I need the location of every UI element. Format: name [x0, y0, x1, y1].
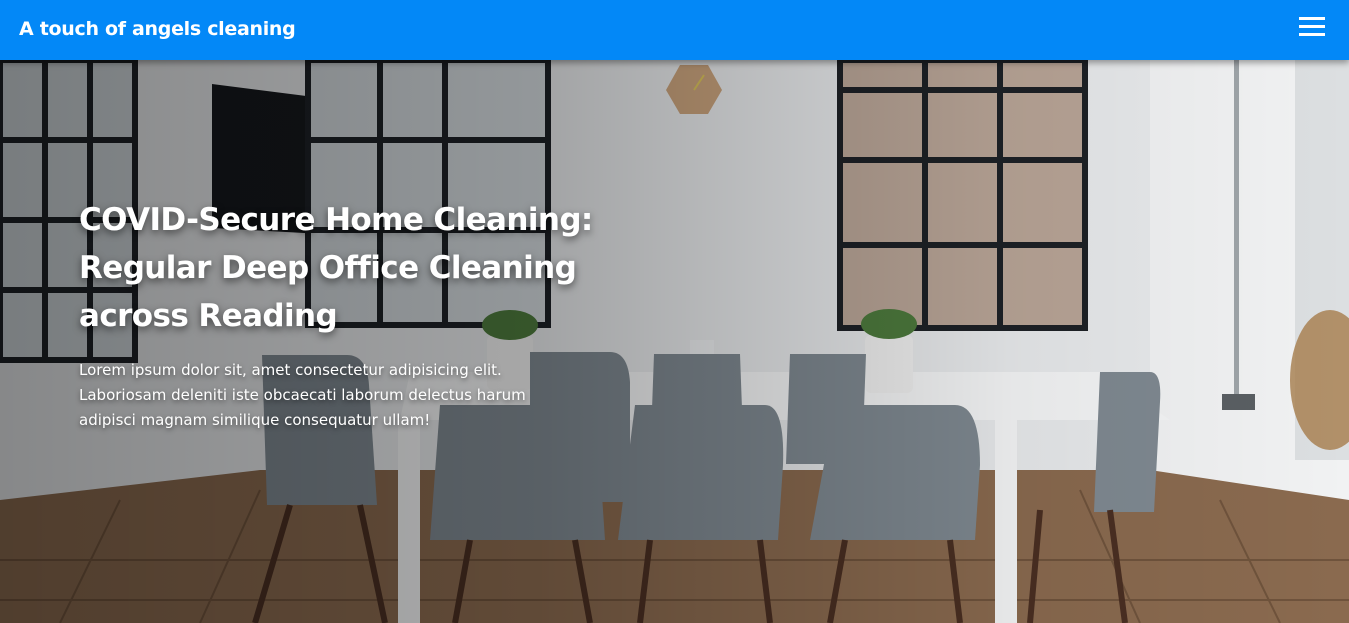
hamburger-menu-icon-bar: [1299, 33, 1325, 36]
hero-description: Lorem ipsum dolor sit, amet consectetur …: [79, 361, 526, 429]
brand-link[interactable]: A touch of angels cleaning: [19, 18, 296, 40]
hamburger-menu-icon: [1299, 17, 1325, 20]
top-navbar: A touch of angels cleaning: [0, 0, 1349, 60]
hamburger-menu-icon-bar: [1299, 25, 1325, 28]
hero-title: COVID-Secure Home Cleaning: Regular Deep…: [79, 202, 593, 334]
hero-content: COVID-Secure Home Cleaning: Regular Deep…: [79, 196, 599, 433]
hamburger-menu-button[interactable]: [1299, 16, 1325, 38]
